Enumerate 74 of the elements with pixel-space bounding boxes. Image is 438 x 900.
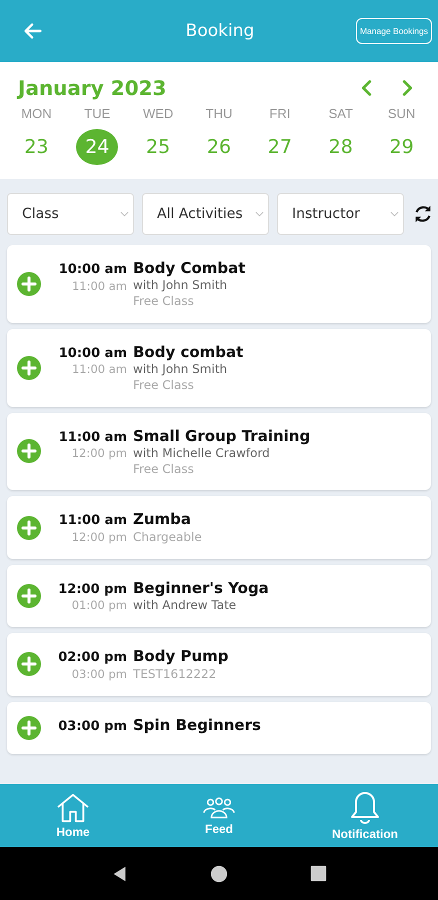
nav-tab[interactable]: Feed (146, 784, 292, 847)
start-time: 10:00 am (58, 262, 127, 278)
class-card[interactable]: 11:00 am 12:00 pm Small Group Training with Michelle Crawford Free Class (7, 412, 431, 490)
filter-dropdown[interactable]: Class (7, 193, 134, 235)
add-icon[interactable] (17, 439, 41, 464)
weekday-label: TUE (84, 106, 110, 121)
class-card[interactable]: 10:00 am 11:00 am Body combat with John Smith Free Class (7, 328, 431, 407)
nav-tab[interactable]: Home (0, 784, 146, 847)
end-time: 12:00 pm (72, 530, 127, 545)
recents-icon[interactable] (310, 865, 328, 882)
date-item[interactable]: 27 (258, 129, 301, 165)
manage-bookings-button[interactable]: Manage Bookings (356, 18, 432, 44)
class-note: Free Class (133, 294, 195, 309)
start-time: 11:00 am (58, 430, 127, 446)
instructor-name: with John Smith (133, 278, 228, 292)
class-card[interactable]: 02:00 pm 03:00 pm Body Pump TEST1612222 (7, 633, 431, 696)
class-name: Small Group Training (133, 426, 310, 445)
chevron-down-icon (255, 211, 264, 217)
instructor-name: with Andrew Tate (133, 598, 238, 612)
add-icon[interactable] (17, 584, 41, 608)
class-name: Beginner's Yoga (133, 578, 269, 597)
instructor-name: with Michelle Crawford (133, 446, 271, 460)
date-item[interactable]: 25 (137, 129, 180, 165)
class-name: Spin Beginners (133, 716, 261, 734)
add-icon[interactable] (17, 516, 41, 540)
class-name: Body Combat (133, 259, 246, 277)
class-card[interactable]: 11:00 am 12:00 pm Zumba Chargeable (7, 496, 431, 559)
end-time: 11:00 am (72, 363, 127, 378)
class-card[interactable]: 12:00 pm 01:00 pm Beginner's Yoga with Andrew Tate (7, 564, 431, 628)
end-time: 03:00 pm (72, 668, 127, 682)
chevron-down-icon (390, 211, 399, 217)
home-circle-icon[interactable] (210, 864, 228, 882)
date-item[interactable]: 23 (15, 129, 58, 165)
add-icon[interactable] (17, 716, 41, 740)
class-card[interactable]: 10:00 am 11:00 am Body Combat with John Smith Free Class (7, 245, 431, 323)
filter-dropdown[interactable]: All Activities (142, 193, 269, 235)
people-icon (202, 796, 236, 820)
weekday-label: THU (206, 106, 232, 121)
weekday-label: FRI (269, 106, 290, 121)
add-icon[interactable] (17, 356, 41, 380)
weekday-label: MON (21, 106, 52, 121)
add-icon[interactable] (17, 272, 41, 296)
class-name: Body combat (133, 342, 244, 361)
class-name: Zumba (133, 510, 192, 528)
end-time: 01:00 pm (72, 599, 127, 614)
date-item[interactable]: 29 (380, 129, 423, 165)
class-note: Chargeable (133, 530, 202, 545)
nav-tab[interactable]: Notification (292, 784, 438, 847)
start-time: 11:00 am (58, 513, 127, 529)
date-item[interactable]: 28 (320, 129, 362, 165)
screen-title: Booking (184, 21, 256, 41)
weekday-label: SAT (328, 106, 353, 121)
class-note: Free Class (133, 378, 195, 393)
add-icon[interactable] (17, 652, 41, 676)
end-time: 11:00 am (72, 280, 127, 294)
start-time: 02:00 pm (58, 650, 127, 666)
start-time: 10:00 am (58, 346, 127, 362)
end-time: 12:00 pm (72, 447, 127, 461)
class-name: Body Pump (133, 647, 229, 666)
chevron-down-icon (120, 211, 129, 217)
class-note: TEST1612222 (133, 667, 218, 682)
date-item[interactable]: 26 (198, 129, 240, 165)
class-card[interactable]: 03:00 pm Spin Beginners (7, 702, 431, 754)
month-title: January 2023 (18, 76, 168, 100)
filter-dropdown[interactable]: Instructor (277, 193, 404, 235)
start-time: 12:00 pm (58, 582, 127, 598)
class-note: Free Class (133, 462, 195, 476)
instructor-name: with John Smith (133, 362, 228, 376)
start-time: 03:00 pm (58, 718, 127, 734)
home-icon (56, 792, 90, 822)
bell-icon (349, 790, 381, 824)
weekday-label: WED (142, 106, 174, 121)
date-item[interactable]: 24 (76, 129, 118, 165)
weekday-label: SUN (388, 106, 416, 121)
